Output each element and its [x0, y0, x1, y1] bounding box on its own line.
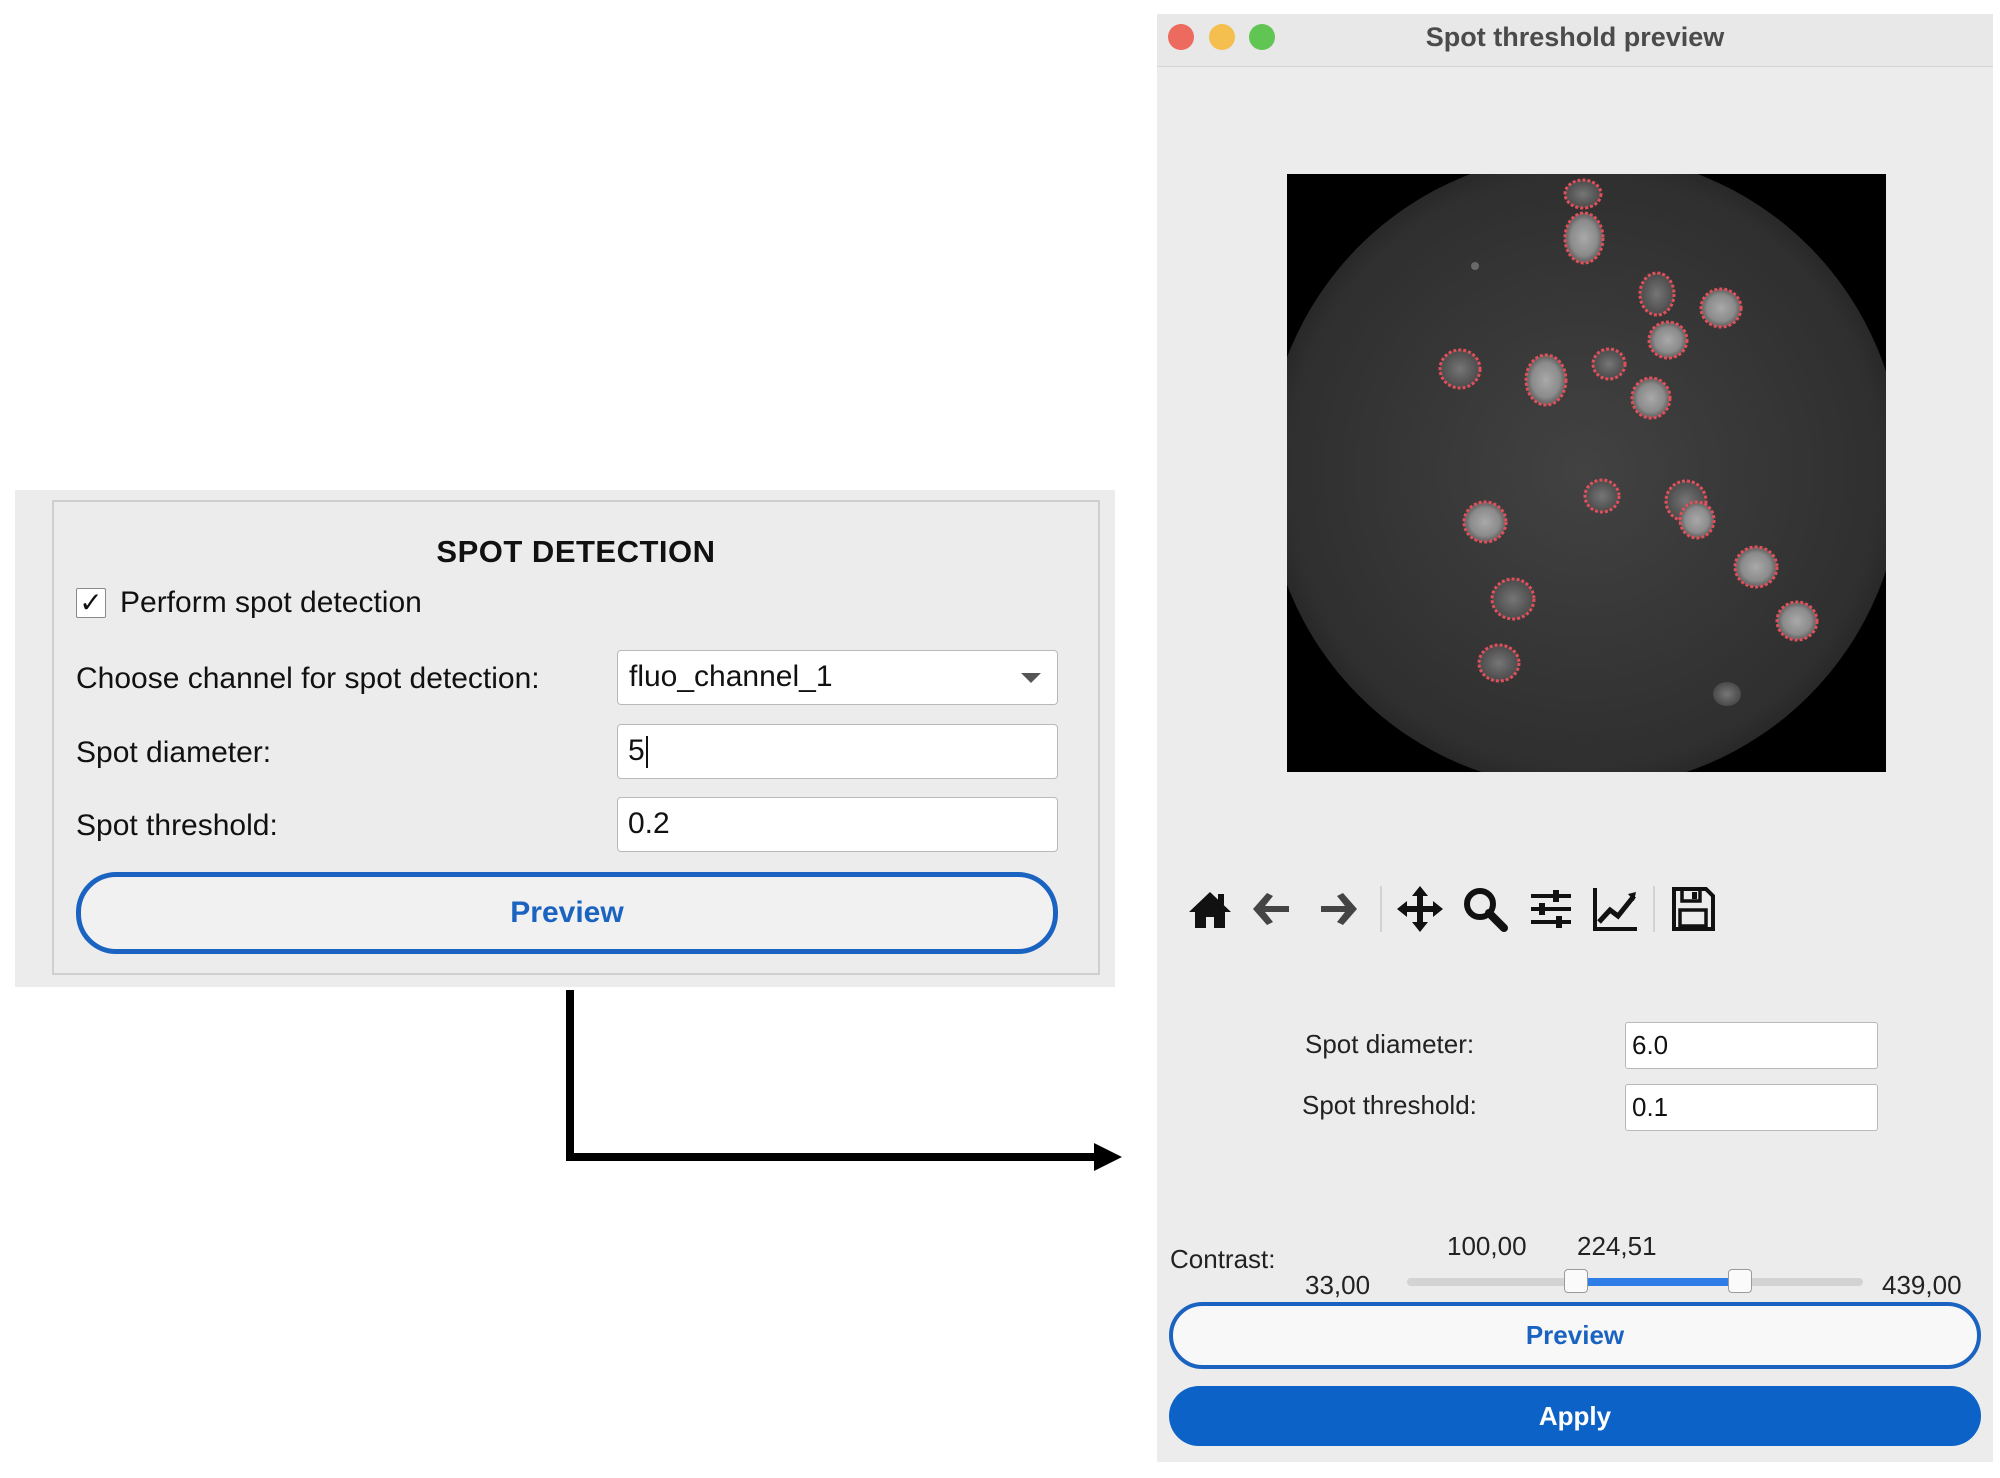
window-title: Spot threshold preview [1425, 22, 1725, 52]
save-icon[interactable] [1668, 884, 1718, 934]
preview-spot-diameter-label: Spot diameter: [1305, 1029, 1475, 1059]
perform-spot-detection-row[interactable]: ✓ Perform spot detection [76, 586, 422, 620]
contrast-max-value: 439,00 [1882, 1270, 1962, 1300]
contrast-low-handle[interactable] [1563, 1269, 1588, 1293]
channel-label: Choose channel for spot detection: [76, 662, 540, 695]
preview-spot-threshold-input[interactable]: 0.1 [1625, 1084, 1878, 1131]
back-arrow-icon[interactable] [1247, 884, 1297, 934]
spot-diameter-value: 5 [628, 734, 645, 767]
configure-subplots-icon[interactable] [1526, 884, 1576, 934]
contrast-label: Contrast: [1170, 1244, 1276, 1274]
chevron-down-icon [1021, 673, 1041, 683]
contrast-low-value: 100,00 [1447, 1231, 1527, 1261]
spot-threshold-preview-window: Spot threshold preview Spot diameter: 6.… [1157, 14, 1993, 1462]
preview-spot-threshold-label: Spot threshold: [1302, 1090, 1477, 1120]
edit-axis-icon[interactable] [1590, 884, 1640, 934]
spot-preview-image[interactable] [1287, 174, 1886, 772]
checkmark-icon: ✓ [79, 587, 103, 618]
spot-threshold-input[interactable]: 0.2 [617, 797, 1058, 852]
perform-spot-detection-label: Perform spot detection [120, 586, 422, 619]
contrast-range-slider[interactable] [1407, 1269, 1863, 1293]
spot-diameter-input[interactable]: 5 [617, 724, 1058, 779]
zoom-icon[interactable] [1460, 884, 1510, 934]
contrast-min-value: 33,00 [1305, 1270, 1371, 1300]
contrast-high-value: 224,51 [1577, 1231, 1657, 1261]
contrast-high-handle[interactable] [1727, 1269, 1752, 1293]
toolbar-separator [1380, 886, 1382, 932]
toolbar-separator [1653, 886, 1655, 932]
spot-threshold-value: 0.2 [628, 807, 670, 840]
spot-threshold-label: Spot threshold: [76, 809, 278, 842]
spot-diameter-label: Spot diameter: [76, 736, 272, 769]
preview-window-preview-button[interactable]: Preview [1169, 1302, 1981, 1369]
preview-button[interactable]: Preview [76, 872, 1058, 954]
channel-select[interactable]: fluo_channel_1 [617, 650, 1058, 705]
forward-arrow-icon[interactable] [1313, 884, 1363, 934]
contrast-range-fill [1575, 1278, 1740, 1286]
text-caret [645, 736, 648, 769]
spot-detection-panel: SPOT DETECTION ✓ Perform spot detection … [15, 490, 1115, 987]
preview-spot-diameter-input[interactable]: 6.0 [1625, 1022, 1878, 1069]
apply-button[interactable]: Apply [1169, 1386, 1981, 1446]
pan-icon[interactable] [1395, 884, 1445, 934]
group-title: SPOT DETECTION [436, 534, 716, 569]
perform-spot-detection-checkbox[interactable]: ✓ [76, 588, 106, 618]
home-icon[interactable] [1185, 884, 1235, 934]
spot-detection-group: SPOT DETECTION ✓ Perform spot detection … [52, 500, 1100, 975]
title-bar: Spot threshold preview [1157, 14, 1993, 67]
channel-select-value: fluo_channel_1 [629, 660, 833, 693]
